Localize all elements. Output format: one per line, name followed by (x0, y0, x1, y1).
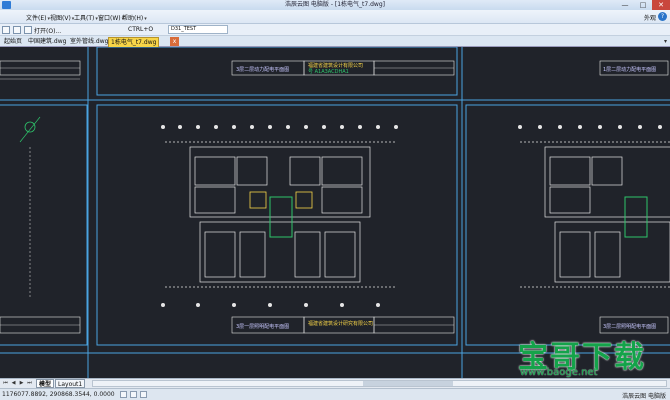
tab-building-electrical[interactable]: 1栋电气_t7.dwg (108, 37, 160, 47)
sheet-frame-right (465, 104, 670, 346)
menu-view[interactable]: 视图(V)▾ (50, 13, 74, 22)
layout-bar: ⏮ ◀ ▶ ⏭ 模型 Layout1 (0, 378, 670, 388)
open-button[interactable]: 打开(O)... (34, 26, 61, 35)
cad-drawing (0, 47, 670, 378)
menu-file[interactable]: 文件(E)▾ (26, 13, 50, 22)
new-file-icon[interactable] (2, 26, 10, 34)
menu-window-label: 窗口(W) (98, 15, 121, 22)
status-bar: 1176077.8892, 290868.3544, 0.0000 浩辰云图 电… (0, 388, 670, 400)
title-block-label: 3层一层照明配电平面图 (236, 324, 290, 330)
save-icon[interactable] (13, 26, 21, 34)
floor-plan-center (165, 141, 395, 288)
grid-icon[interactable] (130, 391, 137, 398)
tab-close-icon[interactable]: x (170, 37, 179, 46)
menu-view-label: 视图(V) (50, 15, 71, 22)
next-layout-icon[interactable]: ▶ (18, 380, 25, 387)
prev-layout-icon[interactable]: ◀ (10, 380, 17, 387)
last-layout-icon[interactable]: ⏭ (26, 380, 33, 387)
tab-layout1[interactable]: Layout1 (55, 379, 86, 388)
toolbar: 打开(O)... CTRL+O D31_TEST (0, 24, 670, 36)
horizontal-scrollbar[interactable] (92, 380, 667, 387)
tab-model[interactable]: 模型 (36, 379, 55, 388)
menu-window[interactable]: 窗口(W)▾ (98, 13, 124, 22)
layer-combo[interactable]: D31_TEST (168, 25, 228, 34)
tab-start-page[interactable]: 起始页 (2, 37, 24, 47)
tab-outdoor-pipeline[interactable]: 室外管线.dwg (68, 37, 110, 47)
open-shortcut: CTRL+O (128, 26, 154, 33)
menu-tools[interactable]: 工具(T)▾ (74, 13, 98, 22)
title-block-label: 3层二层动力配电平面图 (236, 67, 290, 73)
close-button[interactable]: ✕ (652, 0, 670, 10)
document-tabs: 起始页 中国建筑.dwg 室外管线.dwg 1栋电气_t7.dwg x ▾ (0, 36, 670, 47)
tab-overflow-icon[interactable]: ▾ (664, 38, 667, 45)
cursor-coordinates: 1176077.8892, 290868.3544, 0.0000 (2, 391, 115, 398)
title-bar: 浩辰云图 电脑版 - [1栋电气_t7.dwg] — □ ✕ (0, 0, 670, 10)
status-app-name: 浩辰云图 电脑版 (622, 393, 666, 400)
menu-file-label: 文件(E) (26, 15, 47, 22)
tab-china-building[interactable]: 中国建筑.dwg (26, 37, 68, 47)
help-icon[interactable]: ? (658, 12, 667, 21)
snap-icon[interactable] (120, 391, 127, 398)
chevron-down-icon: ▾ (144, 16, 147, 22)
drawing-canvas[interactable]: 3层二层动力配电平面图 福建省建筑设计有限公司 号 A1A3ACDHA1 1层二… (0, 47, 670, 378)
sheet-frame-left (0, 104, 88, 346)
appearance-menu[interactable]: 外观 (644, 13, 656, 22)
title-block-label: 3层二层照明配电平面图 (603, 324, 657, 330)
menu-tools-label: 工具(T) (74, 15, 95, 22)
company-label: 福建省建筑设计研究有限公司 (308, 321, 374, 327)
scrollbar-thumb[interactable] (363, 381, 453, 386)
menu-help-label: 帮助(H) (122, 15, 144, 22)
menu-help[interactable]: 帮助(H)▾ (122, 13, 147, 22)
minimize-button[interactable]: — (616, 0, 634, 10)
maximize-button[interactable]: □ (634, 0, 652, 10)
first-layout-icon[interactable]: ⏮ (2, 380, 9, 387)
title-block-label: 1层二层动力配电平面图 (603, 67, 657, 73)
ortho-icon[interactable] (140, 391, 147, 398)
sheet-frame-center (96, 104, 458, 346)
window-title: 浩辰云图 电脑版 - [1栋电气_t7.dwg] (285, 1, 385, 8)
design-number-label: 号 A1A3ACDHA1 (308, 69, 349, 75)
folder-icon[interactable] (24, 26, 32, 34)
watermark-url: www.baoge.net (520, 367, 598, 378)
menu-bar: 文件(E)▾ 视图(V)▾ 工具(T)▾ 窗口(W)▾ 帮助(H)▾ 外观 ? (0, 10, 670, 24)
